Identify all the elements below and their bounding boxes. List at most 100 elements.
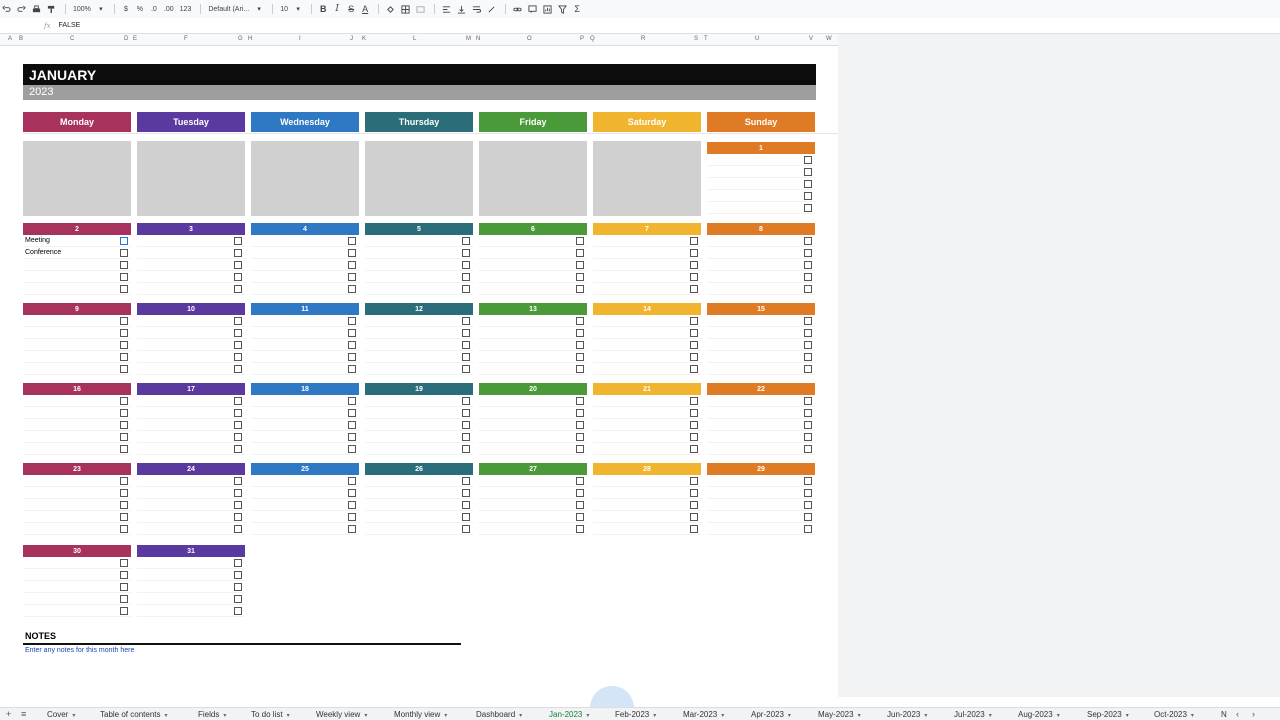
task-checkbox[interactable] — [348, 397, 356, 405]
task-checkbox[interactable] — [462, 421, 470, 429]
task-checkbox[interactable] — [690, 433, 698, 441]
task-checkbox[interactable] — [120, 583, 128, 591]
task-checkbox[interactable] — [120, 421, 128, 429]
task-checkbox[interactable] — [348, 317, 356, 325]
task-checkbox[interactable] — [576, 261, 584, 269]
task-checkbox[interactable] — [462, 261, 470, 269]
column-header[interactable]: G — [238, 36, 243, 42]
task-checkbox[interactable] — [462, 525, 470, 533]
task-checkbox[interactable] — [234, 397, 242, 405]
task-checkbox[interactable] — [576, 489, 584, 497]
task-checkbox[interactable] — [690, 249, 698, 257]
task-checkbox[interactable] — [234, 501, 242, 509]
task-checkbox[interactable] — [120, 595, 128, 603]
task-checkbox[interactable] — [120, 409, 128, 417]
task-checkbox[interactable] — [804, 285, 812, 293]
task-checkbox[interactable] — [576, 317, 584, 325]
sheet-tab[interactable]: Monthly view ▾ — [394, 710, 447, 719]
task-checkbox[interactable] — [804, 192, 812, 200]
font-size-select[interactable]: 10 — [278, 2, 290, 16]
task-checkbox[interactable] — [234, 237, 242, 245]
column-header[interactable]: M — [466, 36, 471, 42]
chart-icon[interactable] — [541, 2, 554, 16]
column-header[interactable]: F — [184, 36, 188, 42]
task-checkbox[interactable] — [462, 341, 470, 349]
column-header[interactable]: D — [124, 36, 128, 42]
task-checkbox[interactable] — [576, 353, 584, 361]
task-checkbox[interactable] — [690, 525, 698, 533]
task-checkbox[interactable] — [690, 489, 698, 497]
task-checkbox[interactable] — [690, 409, 698, 417]
task-checkbox[interactable] — [690, 501, 698, 509]
task-checkbox[interactable] — [348, 501, 356, 509]
task-text[interactable]: Meeting — [25, 237, 50, 244]
task-checkbox[interactable] — [804, 513, 812, 521]
align-left-icon[interactable] — [440, 2, 453, 16]
sheet-tab[interactable]: Weekly view ▾ — [316, 710, 367, 719]
increase-decimal-button[interactable]: .00 — [162, 2, 176, 16]
column-header[interactable]: B — [19, 36, 23, 42]
task-checkbox[interactable] — [348, 433, 356, 441]
sheet-tab[interactable]: To do list ▾ — [251, 710, 290, 719]
percent-format-button[interactable]: % — [134, 2, 146, 16]
task-checkbox[interactable] — [804, 168, 812, 176]
task-checkbox[interactable] — [348, 421, 356, 429]
task-checkbox[interactable] — [576, 525, 584, 533]
task-checkbox[interactable] — [576, 445, 584, 453]
sheet-tab[interactable]: May-2023 ▾ — [818, 710, 861, 719]
task-checkbox[interactable] — [120, 397, 128, 405]
task-checkbox[interactable] — [690, 397, 698, 405]
chevron-down-icon[interactable]: ▾ — [164, 713, 167, 719]
chevron-down-icon[interactable]: ▾ — [1126, 713, 1129, 719]
task-checkbox[interactable] — [462, 397, 470, 405]
decrease-decimal-button[interactable]: .0 — [148, 2, 160, 16]
task-checkbox[interactable] — [120, 525, 128, 533]
task-checkbox[interactable] — [804, 156, 812, 164]
formula-input[interactable]: FALSE — [59, 22, 81, 29]
comment-icon[interactable] — [526, 2, 539, 16]
task-checkbox[interactable] — [462, 489, 470, 497]
task-checkbox[interactable] — [576, 365, 584, 373]
chevron-down-icon[interactable]: ▾ — [858, 713, 861, 719]
column-header[interactable]: C — [70, 36, 74, 42]
text-color-icon[interactable]: A — [359, 2, 371, 16]
paint-format-icon[interactable] — [45, 2, 58, 16]
redo-icon[interactable] — [15, 2, 28, 16]
task-checkbox[interactable] — [348, 249, 356, 257]
task-checkbox[interactable] — [120, 607, 128, 615]
task-checkbox[interactable] — [234, 607, 242, 615]
chevron-down-icon[interactable]: ▾ — [444, 713, 447, 719]
task-checkbox[interactable] — [348, 365, 356, 373]
task-checkbox[interactable] — [234, 433, 242, 441]
task-checkbox[interactable] — [462, 433, 470, 441]
task-checkbox[interactable] — [348, 273, 356, 281]
sheet-tab[interactable]: Table of contents ▾ — [100, 710, 168, 719]
task-checkbox[interactable] — [120, 365, 128, 373]
strikethrough-icon[interactable]: S — [345, 2, 357, 16]
chevron-down-icon[interactable]: ▾ — [364, 713, 367, 719]
task-checkbox[interactable] — [234, 353, 242, 361]
task-checkbox[interactable] — [690, 261, 698, 269]
task-checkbox[interactable] — [234, 273, 242, 281]
task-checkbox[interactable] — [120, 329, 128, 337]
chevron-down-icon[interactable]: ▾ — [72, 713, 75, 719]
task-checkbox[interactable] — [120, 273, 128, 281]
task-checkbox[interactable] — [462, 501, 470, 509]
task-checkbox[interactable] — [690, 273, 698, 281]
chevron-down-icon[interactable]: ▾ — [1057, 713, 1060, 719]
task-checkbox[interactable] — [576, 477, 584, 485]
task-checkbox[interactable] — [462, 445, 470, 453]
notes-input[interactable]: Enter any notes for this month here — [25, 647, 134, 654]
task-checkbox[interactable] — [690, 329, 698, 337]
task-checkbox[interactable] — [348, 341, 356, 349]
task-checkbox[interactable] — [348, 489, 356, 497]
column-header[interactable]: W — [826, 36, 832, 42]
column-header[interactable]: V — [809, 36, 813, 42]
task-checkbox[interactable] — [234, 409, 242, 417]
add-sheet-icon[interactable]: + — [6, 709, 11, 719]
italic-icon[interactable]: I — [331, 2, 343, 16]
task-checkbox[interactable] — [804, 409, 812, 417]
task-checkbox[interactable] — [804, 365, 812, 373]
task-checkbox[interactable] — [804, 273, 812, 281]
task-checkbox[interactable] — [234, 249, 242, 257]
